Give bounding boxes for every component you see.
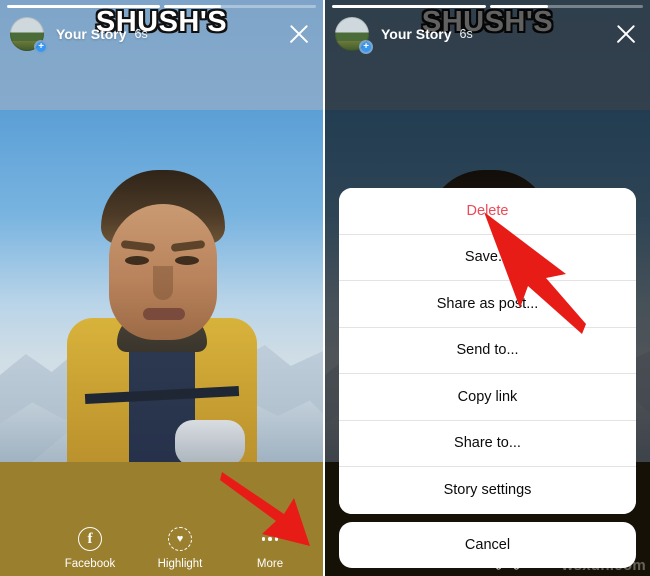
- add-to-story-plus-icon[interactable]: +: [359, 40, 373, 54]
- story-header: + Your Story 6s: [10, 14, 313, 54]
- story-photo: [0, 110, 323, 462]
- story-user-name: Your Story: [381, 26, 452, 42]
- highlight-heart-icon: ♥: [168, 526, 192, 552]
- story-background: [0, 0, 323, 576]
- progress-segment-fill: [332, 5, 486, 8]
- facebook-icon: f: [78, 526, 102, 552]
- progress-segment-fill: [163, 5, 222, 8]
- subject-eye-left: [124, 256, 149, 265]
- action-sheet: Delete Save... Share as post... Send to.…: [339, 188, 636, 568]
- story-progress-bar: [332, 5, 643, 8]
- story-photo-subject: [66, 170, 257, 462]
- action-sheet-item-delete[interactable]: Delete: [339, 188, 636, 235]
- facebook-icon-glyph: f: [78, 527, 102, 551]
- avatar[interactable]: +: [10, 17, 48, 54]
- story-timestamp: 6s: [134, 27, 148, 41]
- action-sheet-item-story-settings[interactable]: Story settings: [339, 467, 636, 514]
- progress-segment-fill: [7, 5, 160, 8]
- more-ellipsis-icon: [261, 526, 279, 552]
- story-progress-bar: [7, 5, 316, 8]
- action-sheet-item-copy-link[interactable]: Copy link: [339, 374, 636, 421]
- story-user-name: Your Story: [56, 26, 127, 42]
- toolbar-item-label: Highlight: [157, 558, 203, 570]
- site-watermark: wsxdn.com: [561, 557, 646, 574]
- story-view-panel-left: SHUSH'S + Your Story 6s f Facebook ♥ Hig…: [0, 0, 325, 576]
- subject-eye-right: [174, 256, 199, 265]
- progress-segment: [163, 5, 316, 8]
- action-sheet-options: Delete Save... Share as post... Send to.…: [339, 188, 636, 514]
- progress-segment-fill: [489, 5, 548, 8]
- add-to-story-plus-icon[interactable]: +: [34, 40, 48, 54]
- subject-nose: [152, 266, 173, 300]
- progress-segment: [332, 5, 486, 8]
- progress-segment: [7, 5, 160, 8]
- subject-hands: [174, 420, 245, 462]
- action-sheet-item-save[interactable]: Save...: [339, 234, 636, 281]
- progress-segment: [489, 5, 643, 8]
- close-icon[interactable]: [285, 20, 313, 48]
- story-view-panel-right: SHUSH'S + Your Story 6s f Facebook: [325, 0, 650, 576]
- more-ellipsis-dots: [261, 537, 279, 541]
- story-header: + Your Story 6s: [335, 14, 640, 54]
- toolbar-item-facebook[interactable]: f Facebook: [59, 526, 121, 570]
- screenshot-root: SHUSH'S + Your Story 6s f Facebook ♥ Hig…: [0, 0, 650, 576]
- action-sheet-item-share-as-post[interactable]: Share as post...: [339, 281, 636, 328]
- toolbar-item-more[interactable]: More: [239, 526, 301, 570]
- avatar[interactable]: +: [335, 17, 373, 54]
- toolbar-item-label: Facebook: [64, 558, 116, 570]
- story-bottom-toolbar: f Facebook ♥ Highlight More: [0, 526, 323, 570]
- subject-mouth: [142, 308, 185, 320]
- action-sheet-item-share-to[interactable]: Share to...: [339, 420, 636, 467]
- toolbar-item-highlight[interactable]: ♥ Highlight: [149, 526, 211, 570]
- highlight-heart-icon-glyph: ♥: [168, 527, 192, 551]
- action-sheet-item-send-to[interactable]: Send to...: [339, 327, 636, 374]
- toolbar-item-label: More: [256, 558, 284, 570]
- story-timestamp: 6s: [459, 27, 473, 41]
- close-icon[interactable]: [612, 20, 640, 48]
